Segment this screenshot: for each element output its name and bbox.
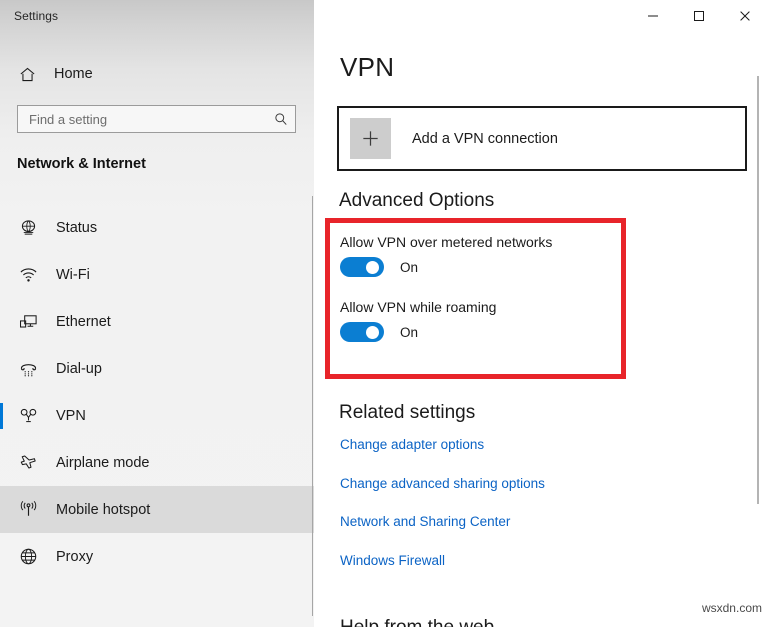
minimize-button[interactable] — [630, 0, 676, 31]
advanced-options-heading: Advanced Options — [339, 190, 494, 212]
link-change-advanced-sharing-options[interactable]: Change advanced sharing options — [340, 476, 545, 491]
vpn-icon — [9, 406, 47, 425]
maximize-button[interactable] — [676, 0, 722, 31]
sidebar-section-heading: Network & Internet — [17, 156, 146, 172]
sidebar-item-label: Proxy — [56, 549, 93, 565]
sidebar-item-label: Airplane mode — [56, 455, 150, 471]
ethernet-icon — [9, 312, 47, 331]
sidebar-nav-list: Status Wi-Fi — [0, 204, 314, 580]
toggle-knob — [366, 261, 379, 274]
sidebar-item-status[interactable]: Status — [0, 204, 314, 251]
toggle-knob — [366, 326, 379, 339]
window-controls — [630, 0, 768, 31]
sidebar-item-proxy[interactable]: Proxy — [0, 533, 314, 580]
toggle-row: On — [340, 257, 552, 277]
toggle-caption: Allow VPN while roaming — [340, 299, 496, 315]
add-vpn-connection-button[interactable]: Add a VPN connection — [337, 106, 747, 171]
dialup-icon — [9, 359, 47, 378]
sidebar-item-label: VPN — [56, 408, 86, 424]
sidebar-item-label: Mobile hotspot — [56, 502, 150, 518]
home-icon — [8, 65, 46, 84]
hotspot-icon — [9, 500, 47, 519]
selection-indicator — [0, 403, 3, 429]
sidebar-item-airplane-mode[interactable]: Airplane mode — [0, 439, 314, 486]
page-title: VPN — [340, 52, 394, 83]
main-content: VPN Add a VPN connection Advanced Option… — [314, 0, 768, 627]
settings-window: Settings Home Find a setting Network & I… — [0, 0, 768, 627]
sidebar: Settings Home Find a setting Network & I… — [0, 0, 314, 627]
allow-vpn-over-metered-networks-toggle[interactable] — [340, 257, 384, 277]
sidebar-home-label: Home — [54, 66, 93, 82]
plus-icon — [350, 118, 391, 159]
sidebar-item-label: Dial-up — [56, 361, 102, 377]
watermark: wsxdn.com — [702, 601, 762, 615]
search-placeholder: Find a setting — [29, 112, 267, 127]
toggle-state-label: On — [400, 260, 418, 275]
sidebar-item-label: Status — [56, 220, 97, 236]
sidebar-item-ethernet[interactable]: Ethernet — [0, 298, 314, 345]
sidebar-item-label: Wi-Fi — [56, 267, 90, 283]
sidebar-item-wifi[interactable]: Wi-Fi — [0, 251, 314, 298]
add-vpn-connection-label: Add a VPN connection — [412, 131, 558, 147]
close-button[interactable] — [722, 0, 768, 31]
proxy-globe-icon — [9, 547, 47, 566]
toggle-group-metered-networks: Allow VPN over metered networks On — [340, 234, 552, 277]
sidebar-item-mobile-hotspot[interactable]: Mobile hotspot — [0, 486, 314, 533]
airplane-icon — [9, 453, 47, 472]
sidebar-item-home[interactable]: Home — [0, 58, 314, 90]
search-icon[interactable] — [267, 112, 295, 126]
toggle-group-roaming: Allow VPN while roaming On — [340, 299, 496, 342]
sidebar-item-label: Ethernet — [56, 314, 111, 330]
toggle-caption: Allow VPN over metered networks — [340, 234, 552, 250]
search-input[interactable]: Find a setting — [17, 105, 296, 133]
sidebar-item-vpn[interactable]: VPN — [0, 392, 314, 439]
globe-status-icon — [9, 218, 47, 237]
related-settings-heading: Related settings — [339, 402, 475, 424]
link-network-and-sharing-center[interactable]: Network and Sharing Center — [340, 514, 510, 529]
link-change-adapter-options[interactable]: Change adapter options — [340, 437, 484, 452]
window-title: Settings — [14, 9, 58, 23]
wifi-icon — [9, 265, 47, 284]
toggle-row: On — [340, 322, 496, 342]
help-from-web-heading: Help from the web — [340, 617, 494, 627]
allow-vpn-while-roaming-toggle[interactable] — [340, 322, 384, 342]
sidebar-item-dialup[interactable]: Dial-up — [0, 345, 314, 392]
toggle-state-label: On — [400, 325, 418, 340]
main-scrollbar[interactable] — [757, 76, 759, 504]
sidebar-scrollbar[interactable] — [312, 196, 313, 616]
link-windows-firewall[interactable]: Windows Firewall — [340, 553, 445, 568]
